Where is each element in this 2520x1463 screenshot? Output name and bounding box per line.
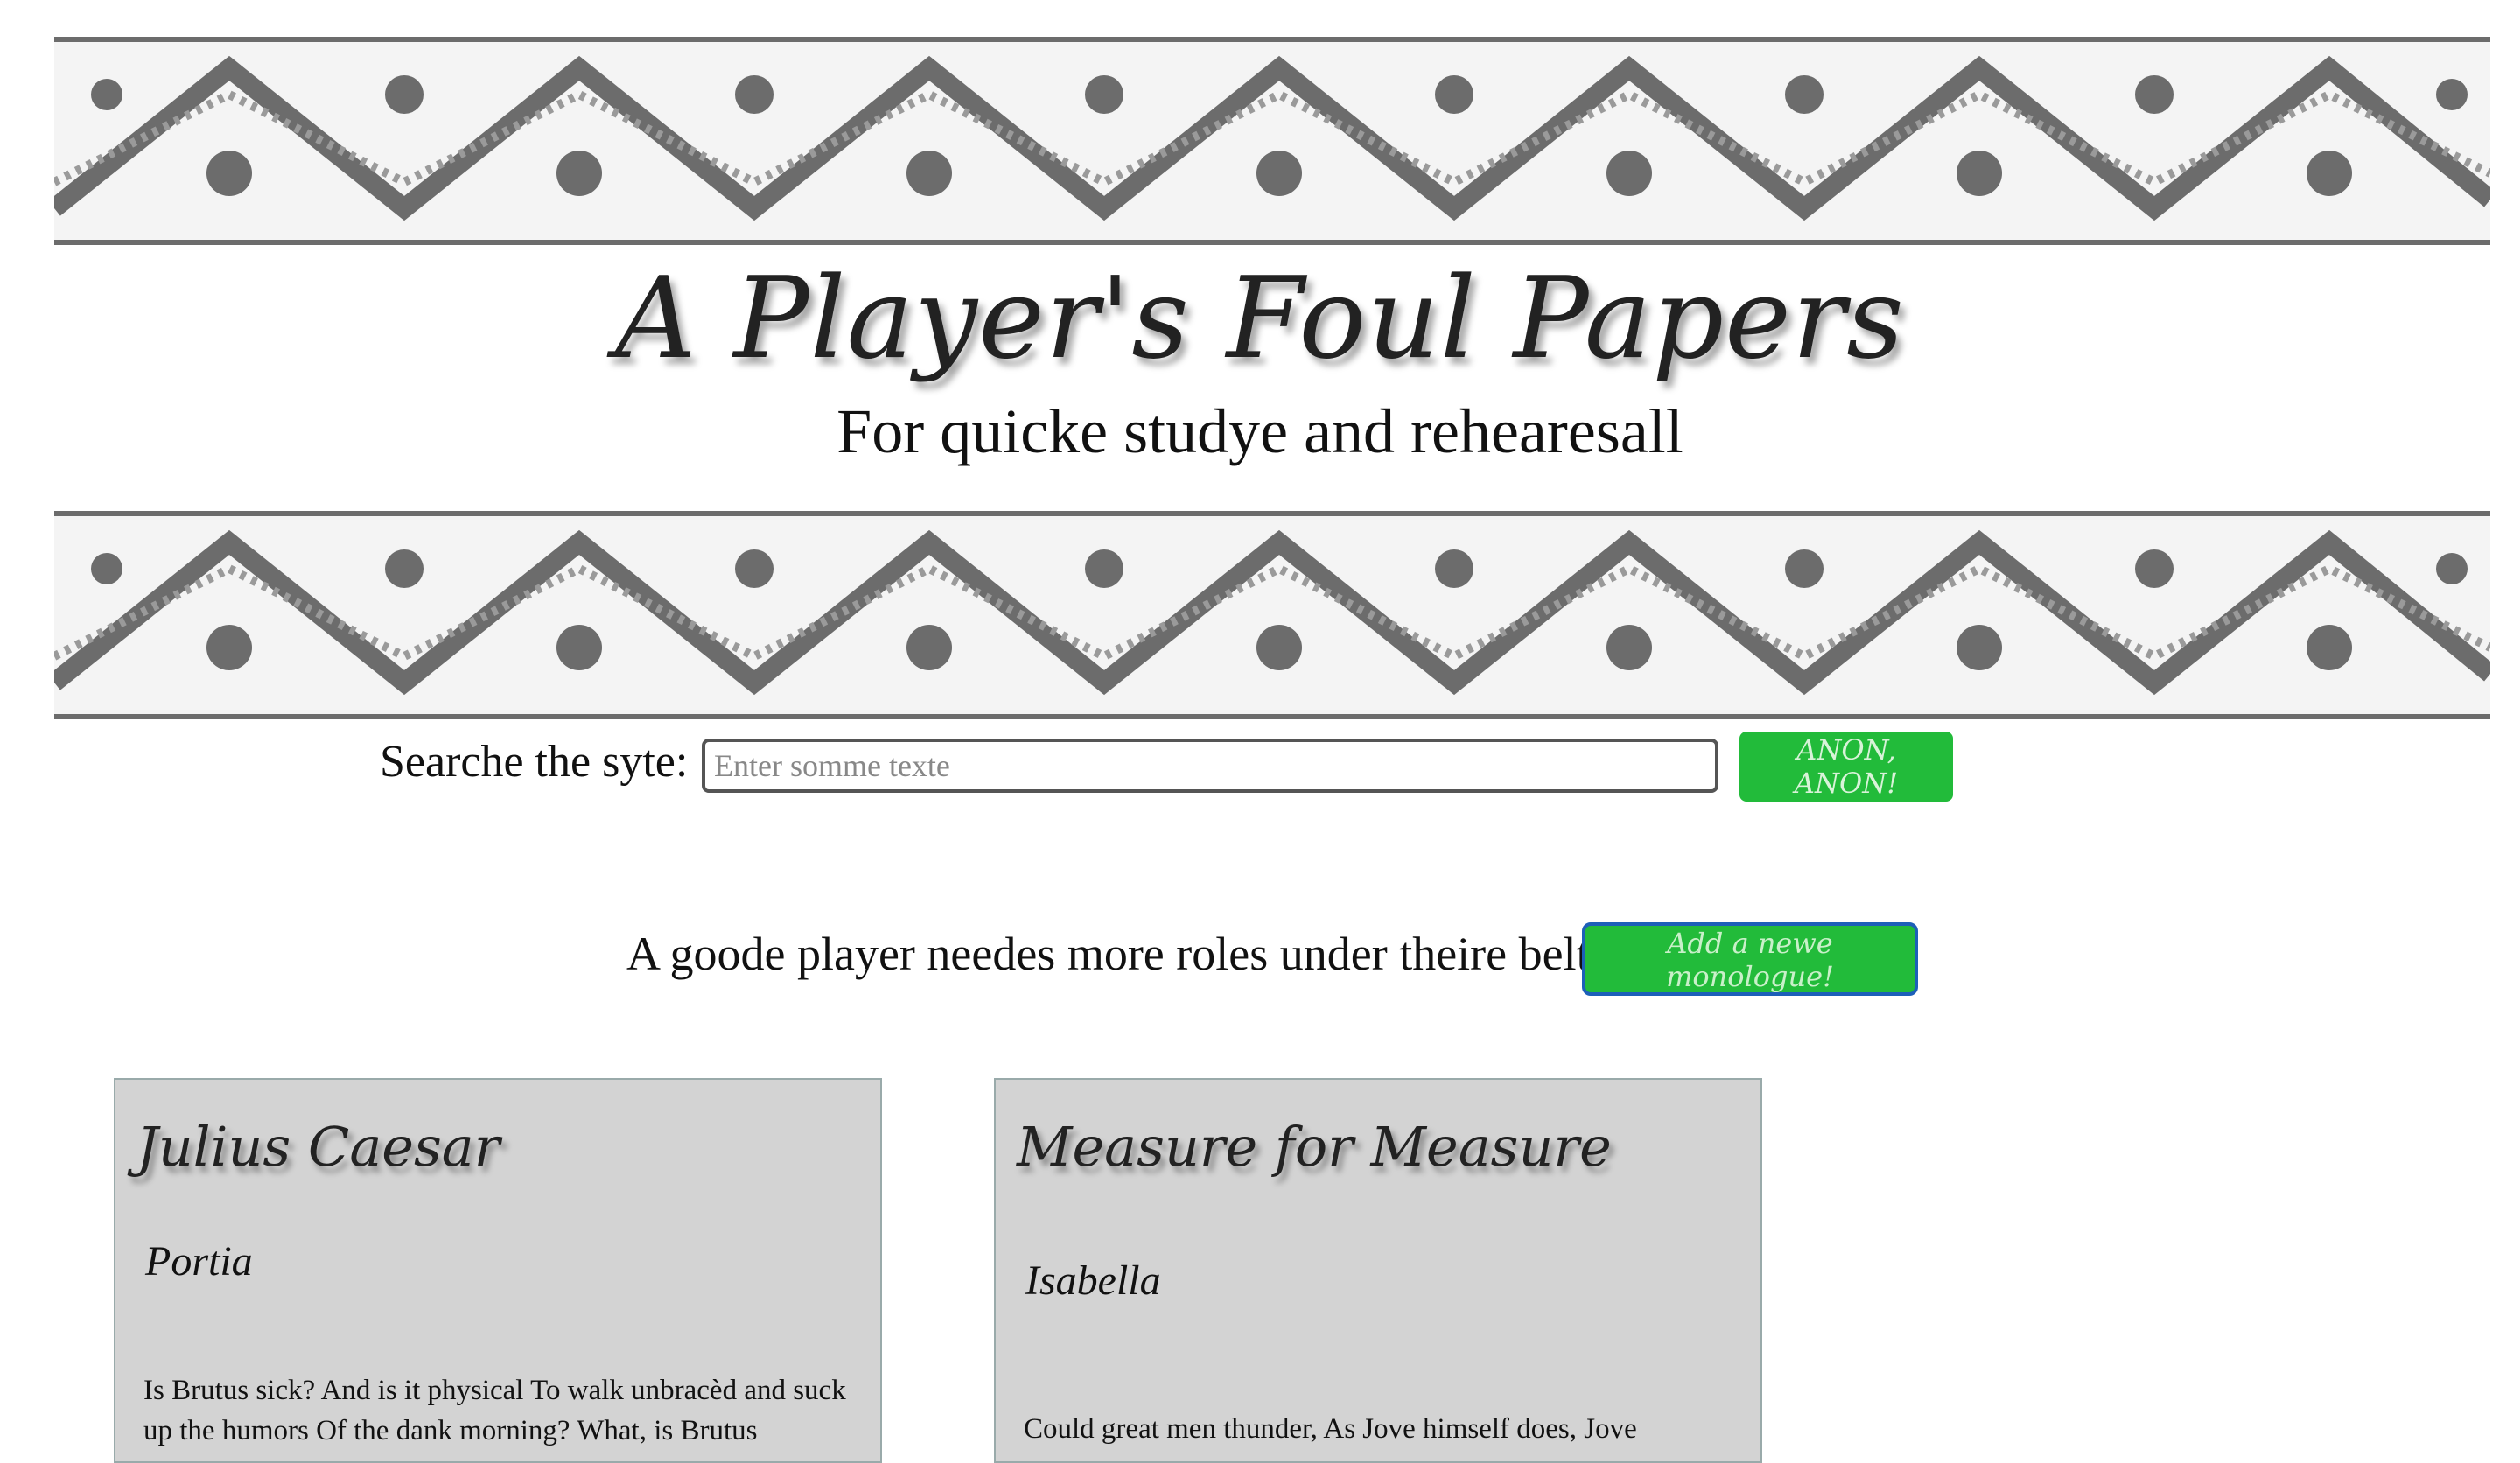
woodcut-ornament-icon bbox=[54, 516, 2490, 714]
monologue-card[interactable]: Measure for Measure Isabella Could great… bbox=[994, 1078, 1762, 1463]
ornamental-border-bottom bbox=[54, 511, 2490, 719]
search-input[interactable] bbox=[702, 738, 1718, 793]
card-excerpt: Is Brutus sick? And is it physical To wa… bbox=[144, 1375, 846, 1446]
add-monologue-button[interactable]: Add a newe monologue! bbox=[1582, 922, 1918, 996]
add-roles-prompt: A goode player needes more roles under t… bbox=[626, 928, 1627, 980]
card-play-title: Measure for Measure bbox=[1017, 1115, 1612, 1179]
card-role-name: Isabella bbox=[1026, 1257, 1161, 1304]
ornamental-border-top bbox=[54, 37, 2490, 245]
card-excerpt: Could great men thunder, As Jove himself… bbox=[1024, 1413, 1637, 1445]
monologue-card[interactable]: Julius Caesar Portia Is Brutus sick? And… bbox=[114, 1078, 882, 1463]
site-subtitle: For quicke studye and rehearesall bbox=[836, 396, 1684, 466]
woodcut-ornament-icon bbox=[54, 42, 2490, 240]
card-play-title: Julius Caesar bbox=[136, 1115, 500, 1179]
card-role-name: Portia bbox=[145, 1238, 253, 1284]
search-label: Searche the syte: bbox=[380, 737, 689, 787]
site-title: A Player's Foul Papers bbox=[615, 254, 1905, 384]
search-button[interactable]: ANON, ANON! bbox=[1740, 732, 1953, 802]
